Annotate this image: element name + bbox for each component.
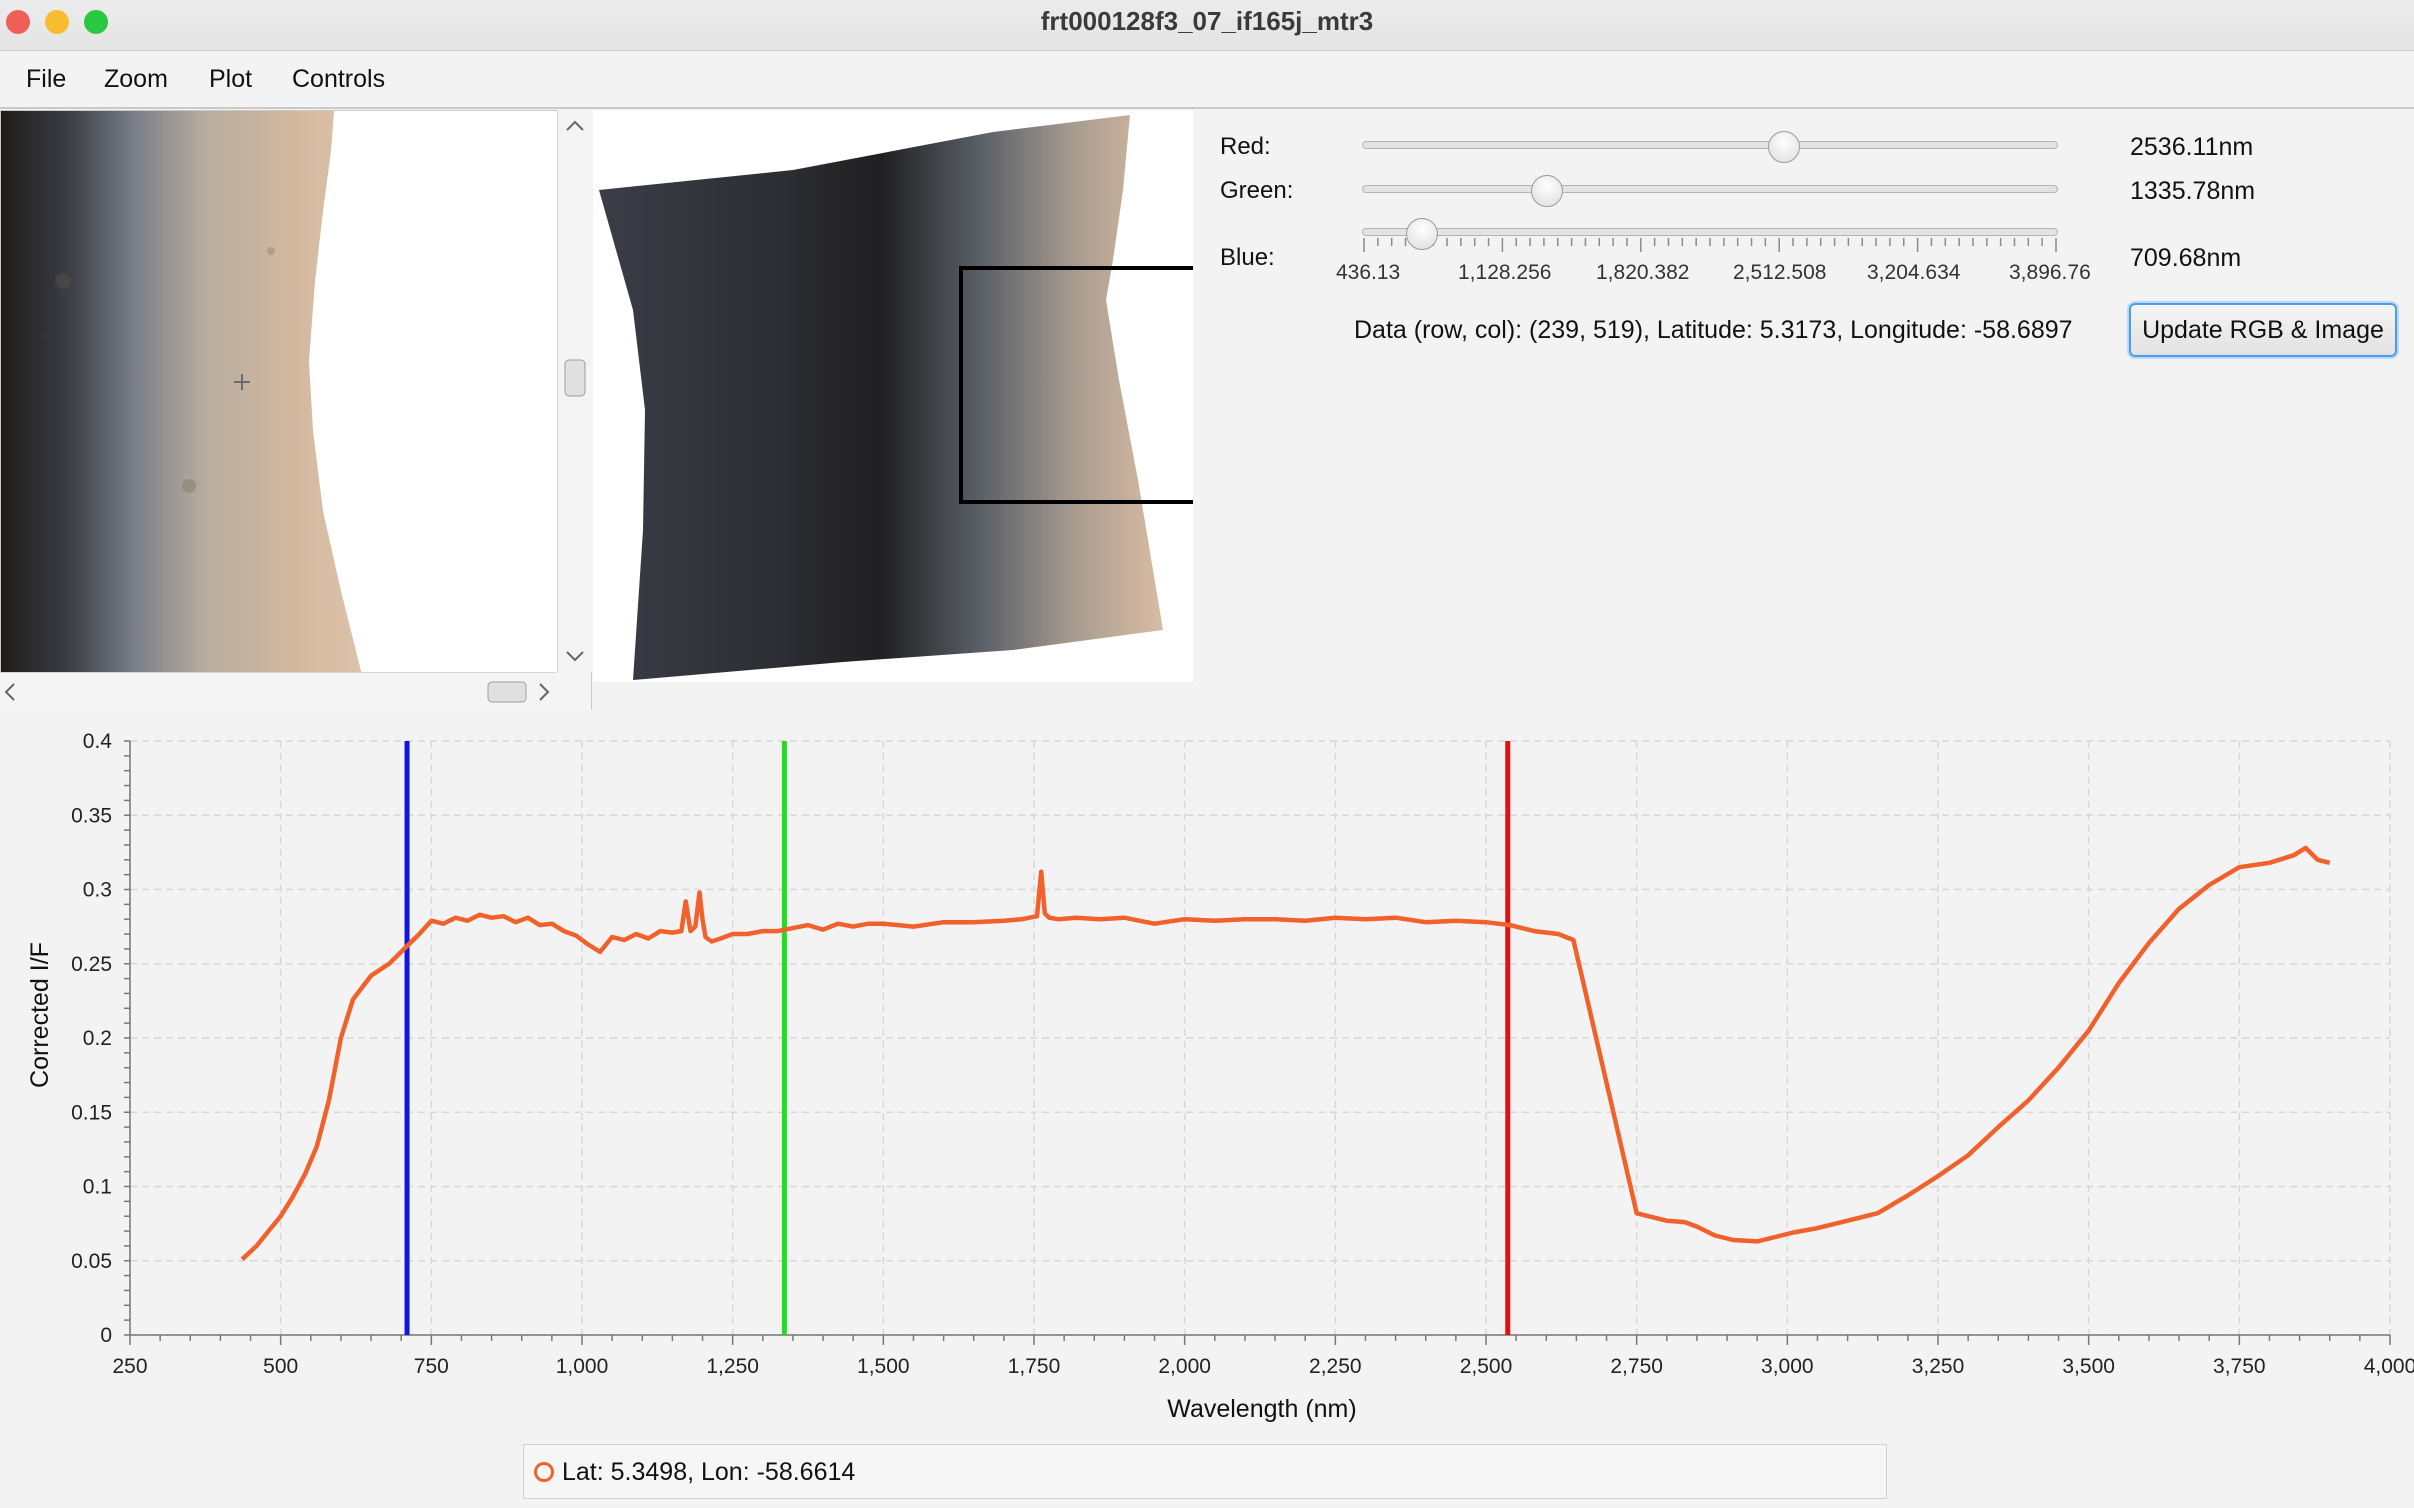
- x-tick-label: 2,000: [1158, 1355, 1211, 1378]
- red-label: Red:: [1220, 133, 1271, 160]
- title-bar: frt000128f3_07_if165j_mtr3: [0, 0, 2414, 51]
- slider-tick-label: 3,896.76: [2009, 261, 2091, 284]
- scroll-down-arrow-icon: [566, 651, 584, 662]
- x-tick-label: 4,000: [2364, 1355, 2414, 1378]
- x-tick-label: 3,250: [1912, 1355, 1965, 1378]
- series-layer: [240, 845, 2331, 1261]
- menu-zoom[interactable]: Zoom: [104, 65, 168, 94]
- horizontal-scrollbar[interactable]: [0, 672, 557, 711]
- scroll-corner: [557, 672, 591, 710]
- x-tick-label: 3,000: [1761, 1355, 1814, 1378]
- y-tick-label: 0.05: [71, 1250, 112, 1273]
- vertical-scrollbar[interactable]: [557, 110, 592, 672]
- slider-tick-label: 436.13: [1336, 261, 1401, 284]
- spectrum-chart-svg: 250 500 750 1,000 1,250 1,500 1,750 2,000 2,250 2…: [26, 730, 2414, 1423]
- legend-marker-icon: [534, 1462, 554, 1482]
- data-info-text: Data (row, col): (239, 519), Latitude: 5…: [1354, 316, 2073, 344]
- slider-tick-label: 1,820.382: [1596, 261, 1690, 284]
- slider-tick-label: 1,128.256: [1458, 261, 1552, 284]
- horizontal-scroll-thumb: [487, 681, 527, 703]
- blue-value: 709.68nm: [2130, 244, 2242, 272]
- red-slider[interactable]: [1362, 141, 2058, 149]
- x-tick-label: 1,250: [706, 1355, 759, 1378]
- y-tick-label: 0: [100, 1324, 112, 1347]
- menu-file[interactable]: File: [26, 65, 66, 94]
- update-rgb-image-button[interactable]: Update RGB & Image: [2129, 303, 2397, 357]
- blue-slider[interactable]: [1362, 228, 2058, 236]
- red-slider-thumb[interactable]: [1768, 131, 1800, 163]
- y-tick-label: 0.35: [71, 804, 112, 827]
- scroll-left-arrow-icon: [4, 683, 15, 701]
- menu-bar: File Zoom Plot Controls: [0, 51, 2414, 109]
- axis-layer: 250 500 750 1,000 1,250 1,500 1,750 2,000 2,250 2…: [71, 730, 2414, 1378]
- menu-plot[interactable]: Plot: [209, 65, 252, 94]
- y-axis-label: Corrected I/F: [26, 942, 54, 1088]
- y-tick-label: 0.4: [83, 730, 113, 753]
- slider-tick-label: 2,512.508: [1733, 261, 1827, 284]
- y-tick-label: 0.25: [71, 953, 112, 976]
- green-slider[interactable]: [1362, 185, 2058, 193]
- y-tick-label: 0.15: [71, 1101, 112, 1124]
- window-title: frt000128f3_07_if165j_mtr3: [1040, 6, 1374, 36]
- x-tick-label: 750: [414, 1355, 449, 1378]
- x-tick-label: 500: [263, 1355, 298, 1378]
- chart-legend: Lat: 5.3498, Lon: -58.6614: [523, 1444, 1887, 1499]
- scroll-right-arrow-icon: [539, 683, 550, 701]
- blue-slider-thumb[interactable]: [1406, 218, 1438, 250]
- x-tick-label: 2,750: [1610, 1355, 1663, 1378]
- overview-terrain-image[interactable]: [593, 110, 1193, 682]
- x-tick-label: 1,000: [556, 1355, 609, 1378]
- legend-label: Lat: 5.3498, Lon: -58.6614: [562, 1458, 856, 1486]
- slider-tick-label: 3,204.634: [1867, 261, 1961, 284]
- x-tick-label: 2,500: [1460, 1355, 1513, 1378]
- x-tick-label: 3,750: [2213, 1355, 2266, 1378]
- blue-label: Blue:: [1220, 244, 1275, 271]
- menu-controls[interactable]: Controls: [292, 65, 385, 94]
- green-label: Green:: [1220, 177, 1294, 204]
- x-axis-label: Wavelength (nm): [1167, 1395, 1356, 1423]
- overview-panel[interactable]: [593, 110, 1193, 682]
- vertical-scroll-thumb: [564, 359, 586, 397]
- spectrum-series-line: [240, 845, 2331, 1261]
- x-tick-label: 250: [112, 1355, 147, 1378]
- green-value: 1335.78nm: [2130, 177, 2256, 205]
- y-tick-label: 0.1: [83, 1176, 112, 1199]
- x-tick-label: 1,500: [857, 1355, 910, 1378]
- x-tick-label: 2,250: [1309, 1355, 1362, 1378]
- blue-slider-ticks: [1363, 238, 2057, 252]
- red-value: 2536.11nm: [2130, 133, 2254, 161]
- y-tick-label: 0.2: [83, 1027, 112, 1050]
- spectrum-chart[interactable]: 250 500 750 1,000 1,250 1,500 1,750 2,000 2,250 2…: [0, 715, 2414, 1435]
- x-tick-label: 1,750: [1008, 1355, 1061, 1378]
- zoomed-terrain-image[interactable]: [1, 111, 592, 710]
- grid-layer: [129, 740, 2391, 1336]
- y-tick-label: 0.3: [83, 879, 112, 902]
- scroll-up-arrow-icon: [566, 120, 584, 131]
- x-tick-label: 3,500: [2062, 1355, 2115, 1378]
- green-slider-thumb[interactable]: [1531, 175, 1563, 207]
- zoom-viewport[interactable]: [0, 110, 592, 710]
